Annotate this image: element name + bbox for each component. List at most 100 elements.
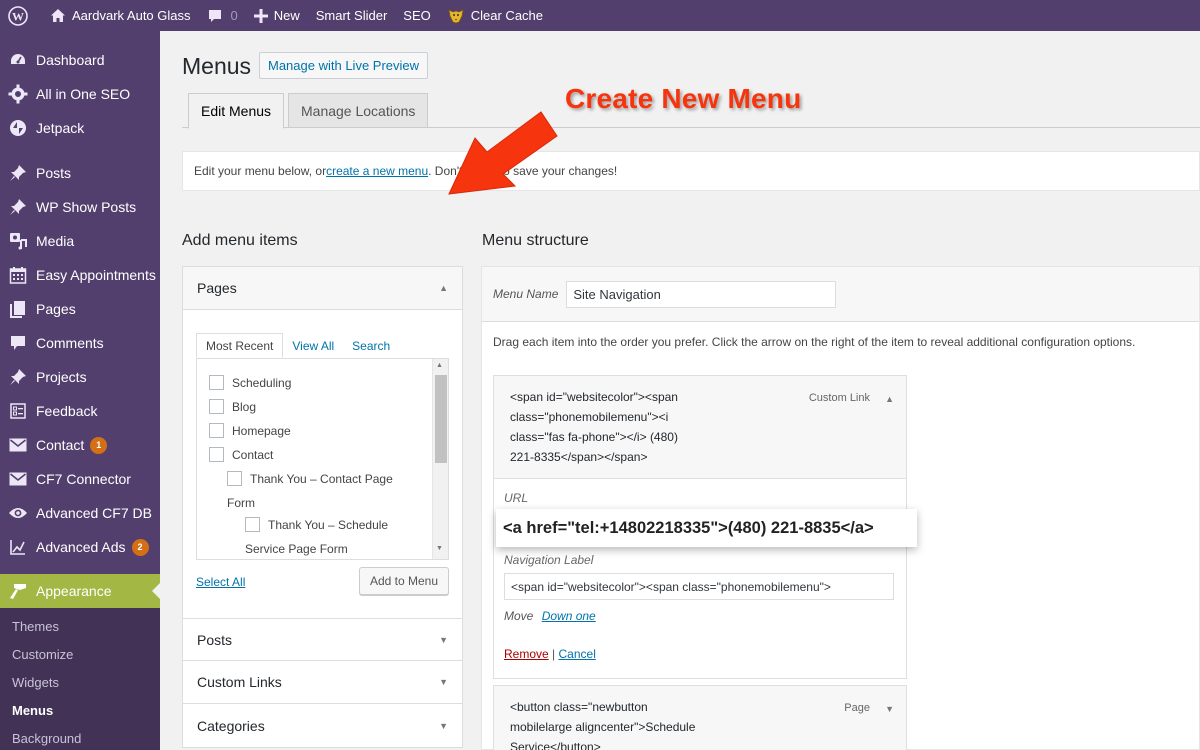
comments-count: 0 (230, 8, 238, 23)
checkbox[interactable] (227, 471, 242, 486)
mail-icon (8, 469, 28, 489)
sidebar-item-advanced-cf7-db[interactable]: Advanced CF7 DB (0, 496, 160, 530)
clear-cache-link[interactable]: Clear Cache (439, 0, 551, 31)
caret-up-icon: ▲ (439, 283, 448, 293)
sidebar-item-feedback[interactable]: Feedback (0, 394, 160, 428)
accordion-posts-header[interactable]: Posts ▼ (183, 618, 462, 661)
brush-icon (8, 581, 28, 601)
page-checkbox-item[interactable]: Contact (209, 447, 273, 462)
page-label: Scheduling (232, 375, 292, 390)
checkbox[interactable] (245, 517, 260, 532)
checkbox[interactable] (209, 375, 224, 390)
checkbox[interactable] (209, 399, 224, 414)
sidebar-item-advanced-ads[interactable]: Advanced Ads 2 (0, 530, 160, 564)
manage-live-preview-button[interactable]: Manage with Live Preview (259, 52, 429, 79)
comments-link[interactable]: 0 (199, 0, 246, 31)
title-line: <span id="websitecolor"><span (510, 390, 678, 404)
menu-item-handle[interactable]: <button class="newbutton mobilelarge ali… (494, 686, 906, 750)
create-new-menu-callout: Create New Menu (565, 83, 802, 114)
caret-down-icon[interactable]: ▼ (885, 699, 894, 719)
accordion-label: Custom Links (197, 674, 282, 690)
page-checkbox-item[interactable]: Scheduling (209, 375, 291, 390)
select-all-link[interactable]: Select All (196, 575, 245, 589)
submenu-item-customize[interactable]: Customize (0, 641, 160, 669)
sidebar-item-pages[interactable]: Pages (0, 292, 160, 326)
accordion-categories-header[interactable]: Categories ▼ (183, 704, 462, 747)
chart-icon (8, 537, 28, 557)
comment-icon (207, 8, 223, 24)
media-icon (8, 231, 28, 251)
scroll-down-icon[interactable]: ▼ (436, 545, 443, 552)
sidebar-item-wp-show-posts[interactable]: WP Show Posts (0, 190, 160, 224)
sidebar-item-dashboard[interactable]: Dashboard (0, 43, 160, 77)
page-checkbox-item[interactable]: Thank You – Schedule (245, 517, 388, 532)
wordpress-logo-button[interactable]: W (0, 0, 42, 31)
tab-most-recent[interactable]: Most Recent (196, 333, 284, 358)
pin-icon (8, 197, 28, 217)
sidebar-item-label: Feedback (36, 403, 98, 419)
page-checkbox-item[interactable]: Blog (209, 399, 256, 414)
accordion-pages-header[interactable]: Pages ▲ (183, 267, 462, 310)
page-label: Contact (232, 447, 274, 462)
sidebar-item-all-in-one-seo[interactable]: All in One SEO (0, 77, 160, 111)
checkbox[interactable] (209, 447, 224, 462)
sidebar-item-label: Comments (36, 335, 104, 351)
scrollbar-thumb[interactable] (435, 375, 447, 463)
add-to-menu-button[interactable]: Add to Menu (358, 567, 449, 595)
page-title: Menus (182, 53, 252, 79)
page-checkbox-item[interactable]: Thank You – Contact Page (227, 471, 393, 486)
tab-view-all[interactable]: View All (283, 333, 343, 358)
cancel-link[interactable]: Cancel (559, 647, 596, 661)
submenu-item-widgets[interactable]: Widgets (0, 669, 160, 697)
sidebar-item-easy-appointments[interactable]: Easy Appointments (0, 258, 160, 292)
new-content-link[interactable]: New (246, 0, 308, 31)
menu-name-input[interactable]: Site Navigation (566, 280, 837, 308)
site-name-link[interactable]: Aardvark Auto Glass (42, 0, 199, 31)
seo-label: SEO (403, 8, 431, 23)
notice-prefix: Edit your menu below, or (194, 164, 327, 178)
sidebar-item-cf7-connector[interactable]: CF7 Connector (0, 462, 160, 496)
menu-item-type: Page (844, 702, 870, 714)
site-name: Aardvark Auto Glass (72, 8, 191, 23)
appearance-submenu: Themes Customize Widgets Menus Backgroun… (0, 608, 160, 750)
seo-link[interactable]: SEO (395, 0, 438, 31)
menu-item-handle[interactable]: <span id="websitecolor"><span class="pho… (494, 376, 906, 478)
url-field-callout[interactable]: <a href="tel:+14802218335">(480) 221-883… (496, 509, 917, 547)
page-label: Blog (232, 399, 257, 414)
sidebar-item-label: Contact (36, 437, 85, 453)
sidebar-item-label: Posts (36, 165, 72, 181)
sidebar-item-comments[interactable]: Comments (0, 326, 160, 360)
sidebar-item-label: Advanced Ads (36, 539, 126, 555)
accordion-label: Categories (197, 717, 265, 734)
page-checkbox-item[interactable]: Homepage (209, 423, 291, 438)
remove-link[interactable]: Remove (504, 647, 549, 661)
move-down-one-link[interactable]: Down one (542, 609, 596, 623)
checklist-scrollbar[interactable]: ▲ ▼ (432, 359, 448, 559)
checkbox[interactable] (209, 423, 224, 438)
menu-item-title: <button class="newbutton mobilelarge ali… (510, 697, 750, 750)
accordion-custom-links-header[interactable]: Custom Links ▼ (183, 661, 462, 704)
tab-edit-menus[interactable]: Edit Menus (188, 93, 285, 129)
scroll-up-icon[interactable]: ▲ (436, 362, 443, 369)
tab-search[interactable]: Search (343, 333, 399, 358)
sidebar-item-label: Easy Appointments (36, 267, 156, 283)
sidebar-item-jetpack[interactable]: Jetpack (0, 111, 160, 145)
caret-up-icon[interactable]: ▲ (885, 389, 894, 409)
sidebar-item-label: All in One SEO (36, 86, 131, 102)
sidebar-item-media[interactable]: Media (0, 224, 160, 258)
tab-manage-locations[interactable]: Manage Locations (288, 93, 429, 128)
sidebar-item-projects[interactable]: Projects (0, 360, 160, 394)
menu-management-panel: Menu Name Site Navigation Drag each item… (481, 266, 1200, 750)
drag-instructions: Drag each item into the order you prefer… (493, 335, 1136, 349)
sidebar-item-posts[interactable]: Posts (0, 156, 160, 190)
sidebar-item-label: Dashboard (36, 52, 105, 68)
create-new-menu-link[interactable]: create a new menu (326, 164, 428, 178)
smart-slider-link[interactable]: Smart Slider (308, 0, 396, 31)
navigation-label-input[interactable]: <span id="websitecolor"><span class="pho… (504, 573, 894, 600)
sidebar-item-appearance[interactable]: Appearance (0, 574, 160, 608)
submenu-item-themes[interactable]: Themes (0, 613, 160, 641)
sidebar-item-contact[interactable]: Contact 1 (0, 428, 160, 462)
submenu-item-background[interactable]: Background (0, 725, 160, 750)
submenu-item-menus[interactable]: Menus (0, 697, 160, 725)
main-content: Menus Manage with Live Preview Edit Menu… (160, 31, 1200, 750)
